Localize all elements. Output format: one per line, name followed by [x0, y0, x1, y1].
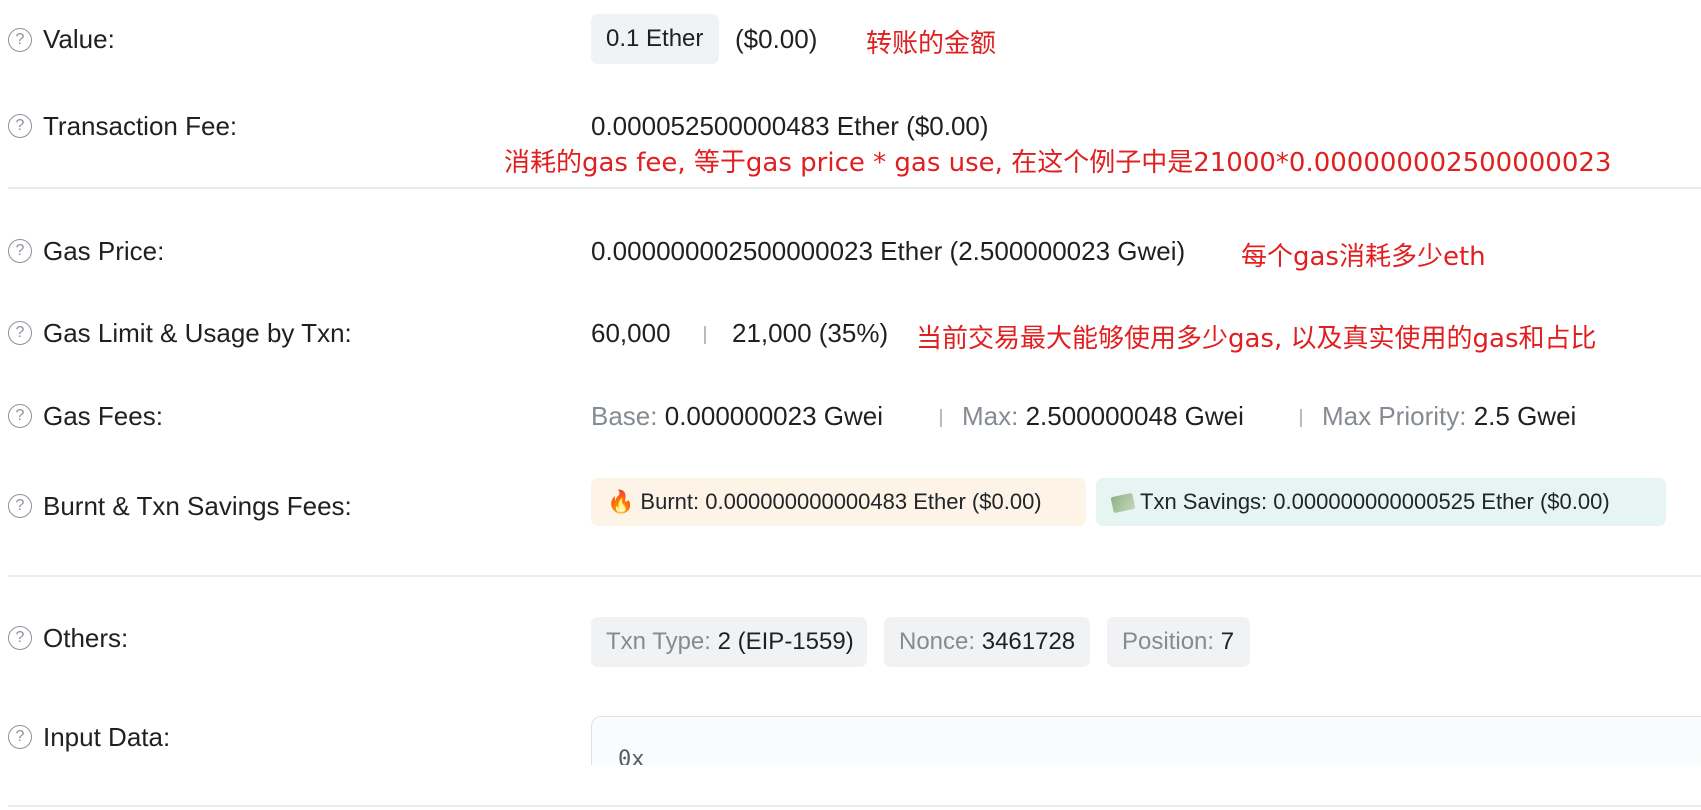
- burnt-label: Burnt:: [640, 489, 700, 514]
- nonce-value: 3461728: [981, 628, 1076, 655]
- input-data-label: Input Data:: [43, 722, 171, 752]
- help-icon[interactable]: ?: [8, 725, 32, 749]
- gas-usage-value: 21,000 (35%): [732, 318, 889, 348]
- max-value: 2.500000048 Gwei: [1025, 401, 1244, 431]
- position-chip: Position: 7: [1107, 617, 1250, 667]
- priority-label: Max Priority:: [1322, 401, 1467, 431]
- value-label: Value:: [43, 24, 115, 54]
- priority-value: 2.5 Gwei: [1473, 401, 1577, 431]
- savings-value: 0.000000000000525 Ether ($0.00): [1273, 489, 1610, 514]
- help-icon[interactable]: ?: [8, 239, 32, 263]
- separator: [704, 326, 706, 344]
- burnt-badge: 🔥 Burnt: 0.000000000000483 Ether ($0.00): [591, 478, 1086, 526]
- transaction-fee-value: 0.000052500000483 Ether ($0.00): [591, 111, 989, 141]
- fire-icon: 🔥: [607, 489, 635, 514]
- burnt-value: 0.000000000000483 Ether ($0.00): [705, 489, 1042, 514]
- nonce-label: Nonce:: [899, 628, 976, 655]
- gas-price-label: Gas Price:: [43, 236, 165, 266]
- separator: [940, 409, 942, 427]
- gas-fees-base: Base: 0.000000023 Gwei: [591, 401, 883, 432]
- others-label: Others:: [43, 623, 129, 653]
- value-annotation: 转账的金额: [866, 29, 997, 59]
- value-amount-chip: 0.1 Ether: [591, 14, 719, 64]
- bottom-mask: [0, 765, 1701, 810]
- value-usd: ($0.00): [735, 24, 818, 54]
- savings-label: Txn Savings:: [1140, 489, 1268, 514]
- money-icon: [1110, 492, 1136, 514]
- txn-type-value: 2 (EIP-1559): [717, 628, 854, 655]
- help-icon[interactable]: ?: [8, 321, 32, 345]
- txn-type-chip: Txn Type: 2 (EIP-1559): [591, 617, 867, 667]
- section-divider: [8, 187, 1701, 189]
- gas-price-value: 0.000000002500000023 Ether (2.500000023 …: [591, 236, 1186, 266]
- position-label: Position:: [1122, 628, 1215, 655]
- help-icon[interactable]: ?: [8, 404, 32, 428]
- gas-limit-label: Gas Limit & Usage by Txn:: [43, 318, 352, 348]
- base-value: 0.000000023 Gwei: [664, 401, 884, 431]
- gas-limit-value: 60,000: [591, 318, 671, 348]
- txn-savings-badge: Txn Savings: 0.000000000000525 Ether ($0…: [1096, 478, 1666, 526]
- gas-fees-priority: Max Priority: 2.5 Gwei: [1322, 401, 1576, 432]
- section-divider: [8, 805, 1701, 807]
- section-divider: [8, 575, 1701, 577]
- burnt-savings-label: Burnt & Txn Savings Fees:: [43, 491, 352, 521]
- separator: [1300, 409, 1302, 427]
- max-label: Max:: [962, 401, 1019, 431]
- gas-fees-label: Gas Fees:: [43, 401, 163, 431]
- gas-fees-max: Max: 2.500000048 Gwei: [962, 401, 1244, 432]
- position-value: 7: [1220, 628, 1235, 655]
- help-icon[interactable]: ?: [8, 494, 32, 518]
- help-icon[interactable]: ?: [8, 114, 32, 138]
- transaction-fee-label: Transaction Fee:: [43, 111, 238, 141]
- help-icon[interactable]: ?: [8, 626, 32, 650]
- base-label: Base:: [591, 401, 658, 431]
- gas-limit-annotation: 当前交易最大能够使用多少gas, 以及真实使用的gas和占比: [916, 324, 1597, 354]
- nonce-chip: Nonce: 3461728: [884, 617, 1090, 667]
- help-icon[interactable]: ?: [8, 28, 32, 52]
- gas-price-annotation: 每个gas消耗多少eth: [1241, 242, 1486, 272]
- transaction-fee-annotation: 消耗的gas fee, 等于gas price * gas use, 在这个例子…: [504, 148, 1612, 178]
- txn-type-label: Txn Type:: [606, 628, 711, 655]
